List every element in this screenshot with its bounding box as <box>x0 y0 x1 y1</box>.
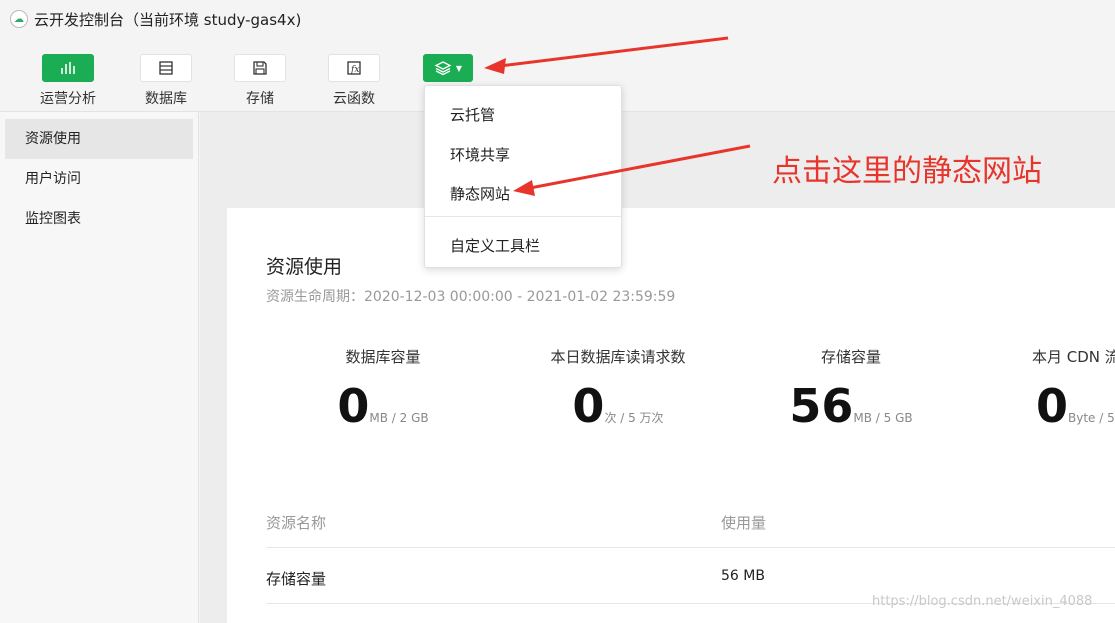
table-header: 资源名称 使用量 <box>266 508 1115 548</box>
metric-value: 0 <box>337 379 370 433</box>
toolbar-item-functions[interactable]: fx 云函数 <box>324 54 384 108</box>
watermark: https://blog.csdn.net/weixin_4088 <box>872 594 1093 609</box>
metric-label: 本日数据库读请求数 <box>550 348 686 366</box>
sidebar-item-user-access[interactable]: 用户访问 <box>5 159 193 199</box>
annotation-text: 点击这里的静态网站 <box>772 154 1042 189</box>
save-icon[interactable] <box>234 54 286 82</box>
menu-item-custom-toolbar[interactable]: 自定义工具栏 <box>450 235 540 256</box>
toolbar-more-dropdown[interactable]: ▼ <box>418 54 478 82</box>
row-usage-value: 56 MB <box>721 568 765 584</box>
sidebar-item-monitor-charts[interactable]: 监控图表 <box>5 199 193 239</box>
database-icon[interactable] <box>140 54 192 82</box>
metric-unit: Byte / 5 <box>1068 411 1115 425</box>
sidebar-item-resource-usage[interactable]: 资源使用 <box>5 119 193 159</box>
toolbar-label: 数据库 <box>145 91 187 107</box>
toolbar-item-analytics[interactable]: 运营分析 <box>38 54 98 108</box>
metric-unit: 次 / 5 万次 <box>604 411 664 425</box>
metric-label: 存储容量 <box>820 348 881 366</box>
column-header-name: 资源名称 <box>266 514 327 532</box>
column-header-usage: 使用量 <box>721 514 767 532</box>
svg-text:fx: fx <box>350 65 359 75</box>
menu-item-cloud-hosting[interactable]: 云托管 <box>450 104 495 125</box>
metric-unit: MB / 5 GB <box>853 411 913 425</box>
metric-value: 0 <box>572 379 605 433</box>
bar-chart-icon[interactable] <box>42 54 94 82</box>
toolbar-label: 存储 <box>246 91 274 107</box>
more-menu: 云托管 环境共享 静态网站 自定义工具栏 <box>424 85 622 268</box>
metric-cdn: 本月 CDN 流 0Byte / 5 <box>1032 346 1115 433</box>
title-bar: ☁ 云开发控制台（当前环境 study-gas4x) <box>0 0 1115 38</box>
metric-label: 数据库容量 <box>345 348 421 366</box>
toolbar-label: 运营分析 <box>40 91 96 107</box>
layers-icon[interactable]: ▼ <box>423 54 473 82</box>
menu-item-static-website[interactable]: 静态网站 <box>450 183 510 204</box>
metric-db-reads: 本日数据库读请求数 0次 / 5 万次 <box>508 346 728 433</box>
menu-item-env-share[interactable]: 环境共享 <box>450 144 510 165</box>
row-resource-name: 存储容量 <box>266 570 327 588</box>
resource-usage-card: 资源使用 资源生命周期：2020-12-03 00:00:00 - 2021-0… <box>227 208 1115 623</box>
metric-value: 0 <box>1036 379 1069 433</box>
toolbar-item-database[interactable]: 数据库 <box>136 54 196 108</box>
menu-divider <box>425 216 621 217</box>
metric-db-capacity: 数据库容量 0MB / 2 GB <box>273 346 493 433</box>
caret-down-icon: ▼ <box>455 63 463 73</box>
metric-label: 本月 CDN 流 <box>1032 348 1115 366</box>
page-title: 资源使用 <box>266 256 343 278</box>
metric-storage: 存储容量 56MB / 5 GB <box>741 346 961 433</box>
resource-period: 资源生命周期：2020-12-03 00:00:00 - 2021-01-02 … <box>266 289 676 305</box>
window-title: 云开发控制台（当前环境 study-gas4x) <box>34 10 302 29</box>
toolbar-item-storage[interactable]: 存储 <box>230 54 290 108</box>
metric-unit: MB / 2 GB <box>369 411 429 425</box>
function-icon[interactable]: fx <box>328 54 380 82</box>
app-logo-icon: ☁ <box>10 10 28 28</box>
toolbar-label: 云函数 <box>333 91 375 107</box>
metric-value: 56 <box>789 379 854 433</box>
sidebar: 资源使用 用户访问 监控图表 <box>0 112 199 623</box>
